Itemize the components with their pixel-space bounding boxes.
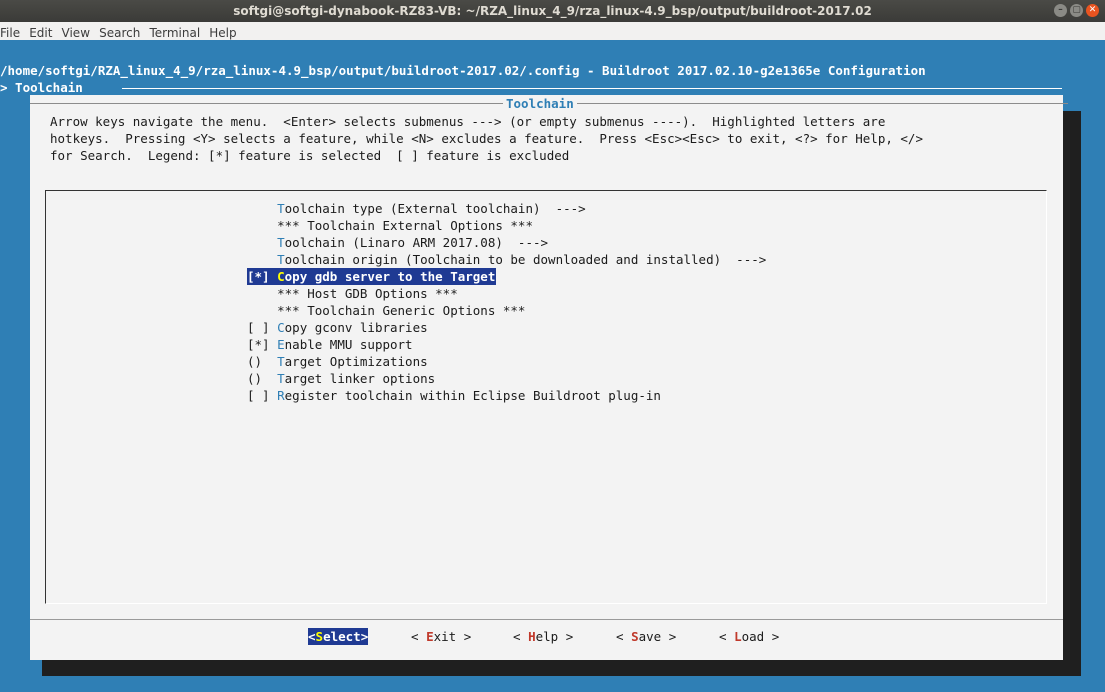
config-path-header: /home/softgi/RZA_linux_4_9/rza_linux-4.9… bbox=[0, 63, 926, 78]
menu-item[interactable]: *** Toolchain External Options *** bbox=[247, 217, 533, 234]
close-icon[interactable]: ✕ bbox=[1086, 4, 1099, 17]
menu-item-prefix bbox=[247, 201, 277, 216]
menu-item-prefix: () bbox=[247, 354, 278, 369]
menu-item[interactable]: Toolchain origin (Toolchain to be downlo… bbox=[247, 251, 766, 268]
help-text: Arrow keys navigate the menu. <Enter> se… bbox=[50, 113, 923, 164]
button-bracket: < bbox=[308, 629, 316, 644]
menu-view[interactable]: View bbox=[60, 23, 92, 40]
help-line: hotkeys. Pressing <Y> selects a feature,… bbox=[50, 131, 923, 146]
menu-item-prefix: [ ] bbox=[247, 388, 278, 403]
menu-item[interactable]: [*] Enable MMU support bbox=[247, 336, 413, 353]
menu-item-hotkey: C bbox=[277, 269, 285, 284]
maximize-icon[interactable]: ▢ bbox=[1070, 4, 1083, 17]
dialog-title: Toolchain bbox=[503, 95, 577, 112]
dialog-button[interactable]: < Help > bbox=[513, 628, 573, 645]
menu-item-hotkey: T bbox=[277, 252, 285, 267]
button-label: elp > bbox=[535, 629, 574, 644]
menu-help[interactable]: Help bbox=[207, 23, 238, 40]
button-hotkey: L bbox=[734, 629, 742, 644]
menu-item-prefix bbox=[247, 303, 277, 318]
menu-item-label: nable MMU support bbox=[284, 337, 413, 352]
button-bracket: < bbox=[616, 629, 632, 644]
minimize-icon[interactable]: – bbox=[1054, 4, 1067, 17]
menu-item-prefix bbox=[247, 252, 277, 267]
menu-item-hotkey: T bbox=[277, 201, 285, 216]
menu-item-hotkey: R bbox=[277, 388, 285, 403]
menu-item-label: opy gconv libraries bbox=[284, 320, 428, 335]
dialog-button[interactable]: < Exit > bbox=[411, 628, 471, 645]
menu-item-hotkey: T bbox=[277, 371, 285, 386]
button-bracket: < bbox=[513, 629, 529, 644]
breadcrumb: > Toolchain bbox=[0, 80, 83, 95]
button-hotkey: H bbox=[528, 629, 536, 644]
menu-item-label: oolchain type (External toolchain) ---> bbox=[284, 201, 586, 216]
button-separator bbox=[30, 619, 1063, 620]
menu-item[interactable]: () Target Optimizations bbox=[247, 353, 428, 370]
menu-item-label: *** Toolchain External Options *** bbox=[277, 218, 533, 233]
menu-item-prefix bbox=[247, 286, 277, 301]
dialog-shadow-bottom bbox=[42, 660, 1081, 676]
window-controls: – ▢ ✕ bbox=[1054, 4, 1099, 17]
menu-item-prefix: [*] bbox=[247, 337, 278, 352]
menu-item-label: egister toolchain within Eclipse Buildro… bbox=[284, 388, 661, 403]
dialog-button[interactable]: <Select> bbox=[308, 628, 369, 645]
menu-item-label: arget Optimizations bbox=[284, 354, 428, 369]
dialog-button[interactable]: < Load > bbox=[719, 628, 779, 645]
menu-item-label: oolchain origin (Toolchain to be downloa… bbox=[284, 252, 767, 267]
menu-item-prefix bbox=[247, 218, 277, 233]
dialog-button[interactable]: < Save > bbox=[616, 628, 676, 645]
menu-item-label: *** Host GDB Options *** bbox=[277, 286, 458, 301]
menu-item-label: *** Toolchain Generic Options *** bbox=[277, 303, 526, 318]
menu-file[interactable]: File bbox=[0, 23, 22, 40]
menu-item[interactable]: *** Host GDB Options *** bbox=[247, 285, 458, 302]
button-label: oad > bbox=[741, 629, 780, 644]
menu-item-hotkey: T bbox=[277, 235, 285, 250]
menu-item-label: opy gdb server to the Target bbox=[284, 269, 496, 284]
window-title: softgi@softgi-dynabook-RZ83-VB: ~/RZA_li… bbox=[233, 4, 872, 18]
menu-item[interactable]: [ ] Copy gconv libraries bbox=[247, 319, 428, 336]
menu-item[interactable]: [ ] Register toolchain within Eclipse Bu… bbox=[247, 387, 661, 404]
help-line: for Search. Legend: [*] feature is selec… bbox=[50, 148, 570, 163]
window-titlebar[interactable]: softgi@softgi-dynabook-RZ83-VB: ~/RZA_li… bbox=[0, 0, 1105, 22]
menu-item-prefix bbox=[247, 235, 277, 250]
menu-item[interactable]: [*] Copy gdb server to the Target bbox=[247, 268, 497, 285]
menu-item[interactable]: () Target linker options bbox=[247, 370, 435, 387]
header-divider bbox=[122, 88, 1062, 89]
button-hotkey: S bbox=[631, 629, 639, 644]
button-bracket: < bbox=[719, 629, 735, 644]
menu-item-prefix: [ ] bbox=[247, 320, 278, 335]
button-bracket: < bbox=[411, 629, 427, 644]
button-label: xit > bbox=[433, 629, 472, 644]
menu-item-hotkey: C bbox=[277, 320, 285, 335]
menu-item-hotkey: E bbox=[277, 337, 285, 352]
menu-item-label: arget linker options bbox=[284, 371, 436, 386]
terminal-menubar: File Edit View Search Terminal Help bbox=[0, 22, 1105, 40]
menu-item-prefix: () bbox=[247, 371, 278, 386]
button-label: elect> bbox=[323, 629, 369, 644]
menu-item[interactable]: *** Toolchain Generic Options *** bbox=[247, 302, 525, 319]
help-line: Arrow keys navigate the menu. <Enter> se… bbox=[50, 114, 886, 129]
dialog-shadow-right bbox=[1063, 111, 1081, 676]
menu-edit[interactable]: Edit bbox=[27, 23, 54, 40]
menu-item-label: oolchain (Linaro ARM 2017.08) ---> bbox=[284, 235, 549, 250]
button-label: ave > bbox=[638, 629, 677, 644]
button-hotkey: E bbox=[426, 629, 434, 644]
menu-item[interactable]: Toolchain (Linaro ARM 2017.08) ---> bbox=[247, 234, 548, 251]
menu-item-prefix: [*] bbox=[247, 269, 278, 284]
menu-terminal[interactable]: Terminal bbox=[147, 23, 202, 40]
button-hotkey: S bbox=[315, 629, 324, 644]
menu-item-hotkey: T bbox=[277, 354, 285, 369]
menu-search[interactable]: Search bbox=[97, 23, 142, 40]
menu-item[interactable]: Toolchain type (External toolchain) ---> bbox=[247, 200, 586, 217]
